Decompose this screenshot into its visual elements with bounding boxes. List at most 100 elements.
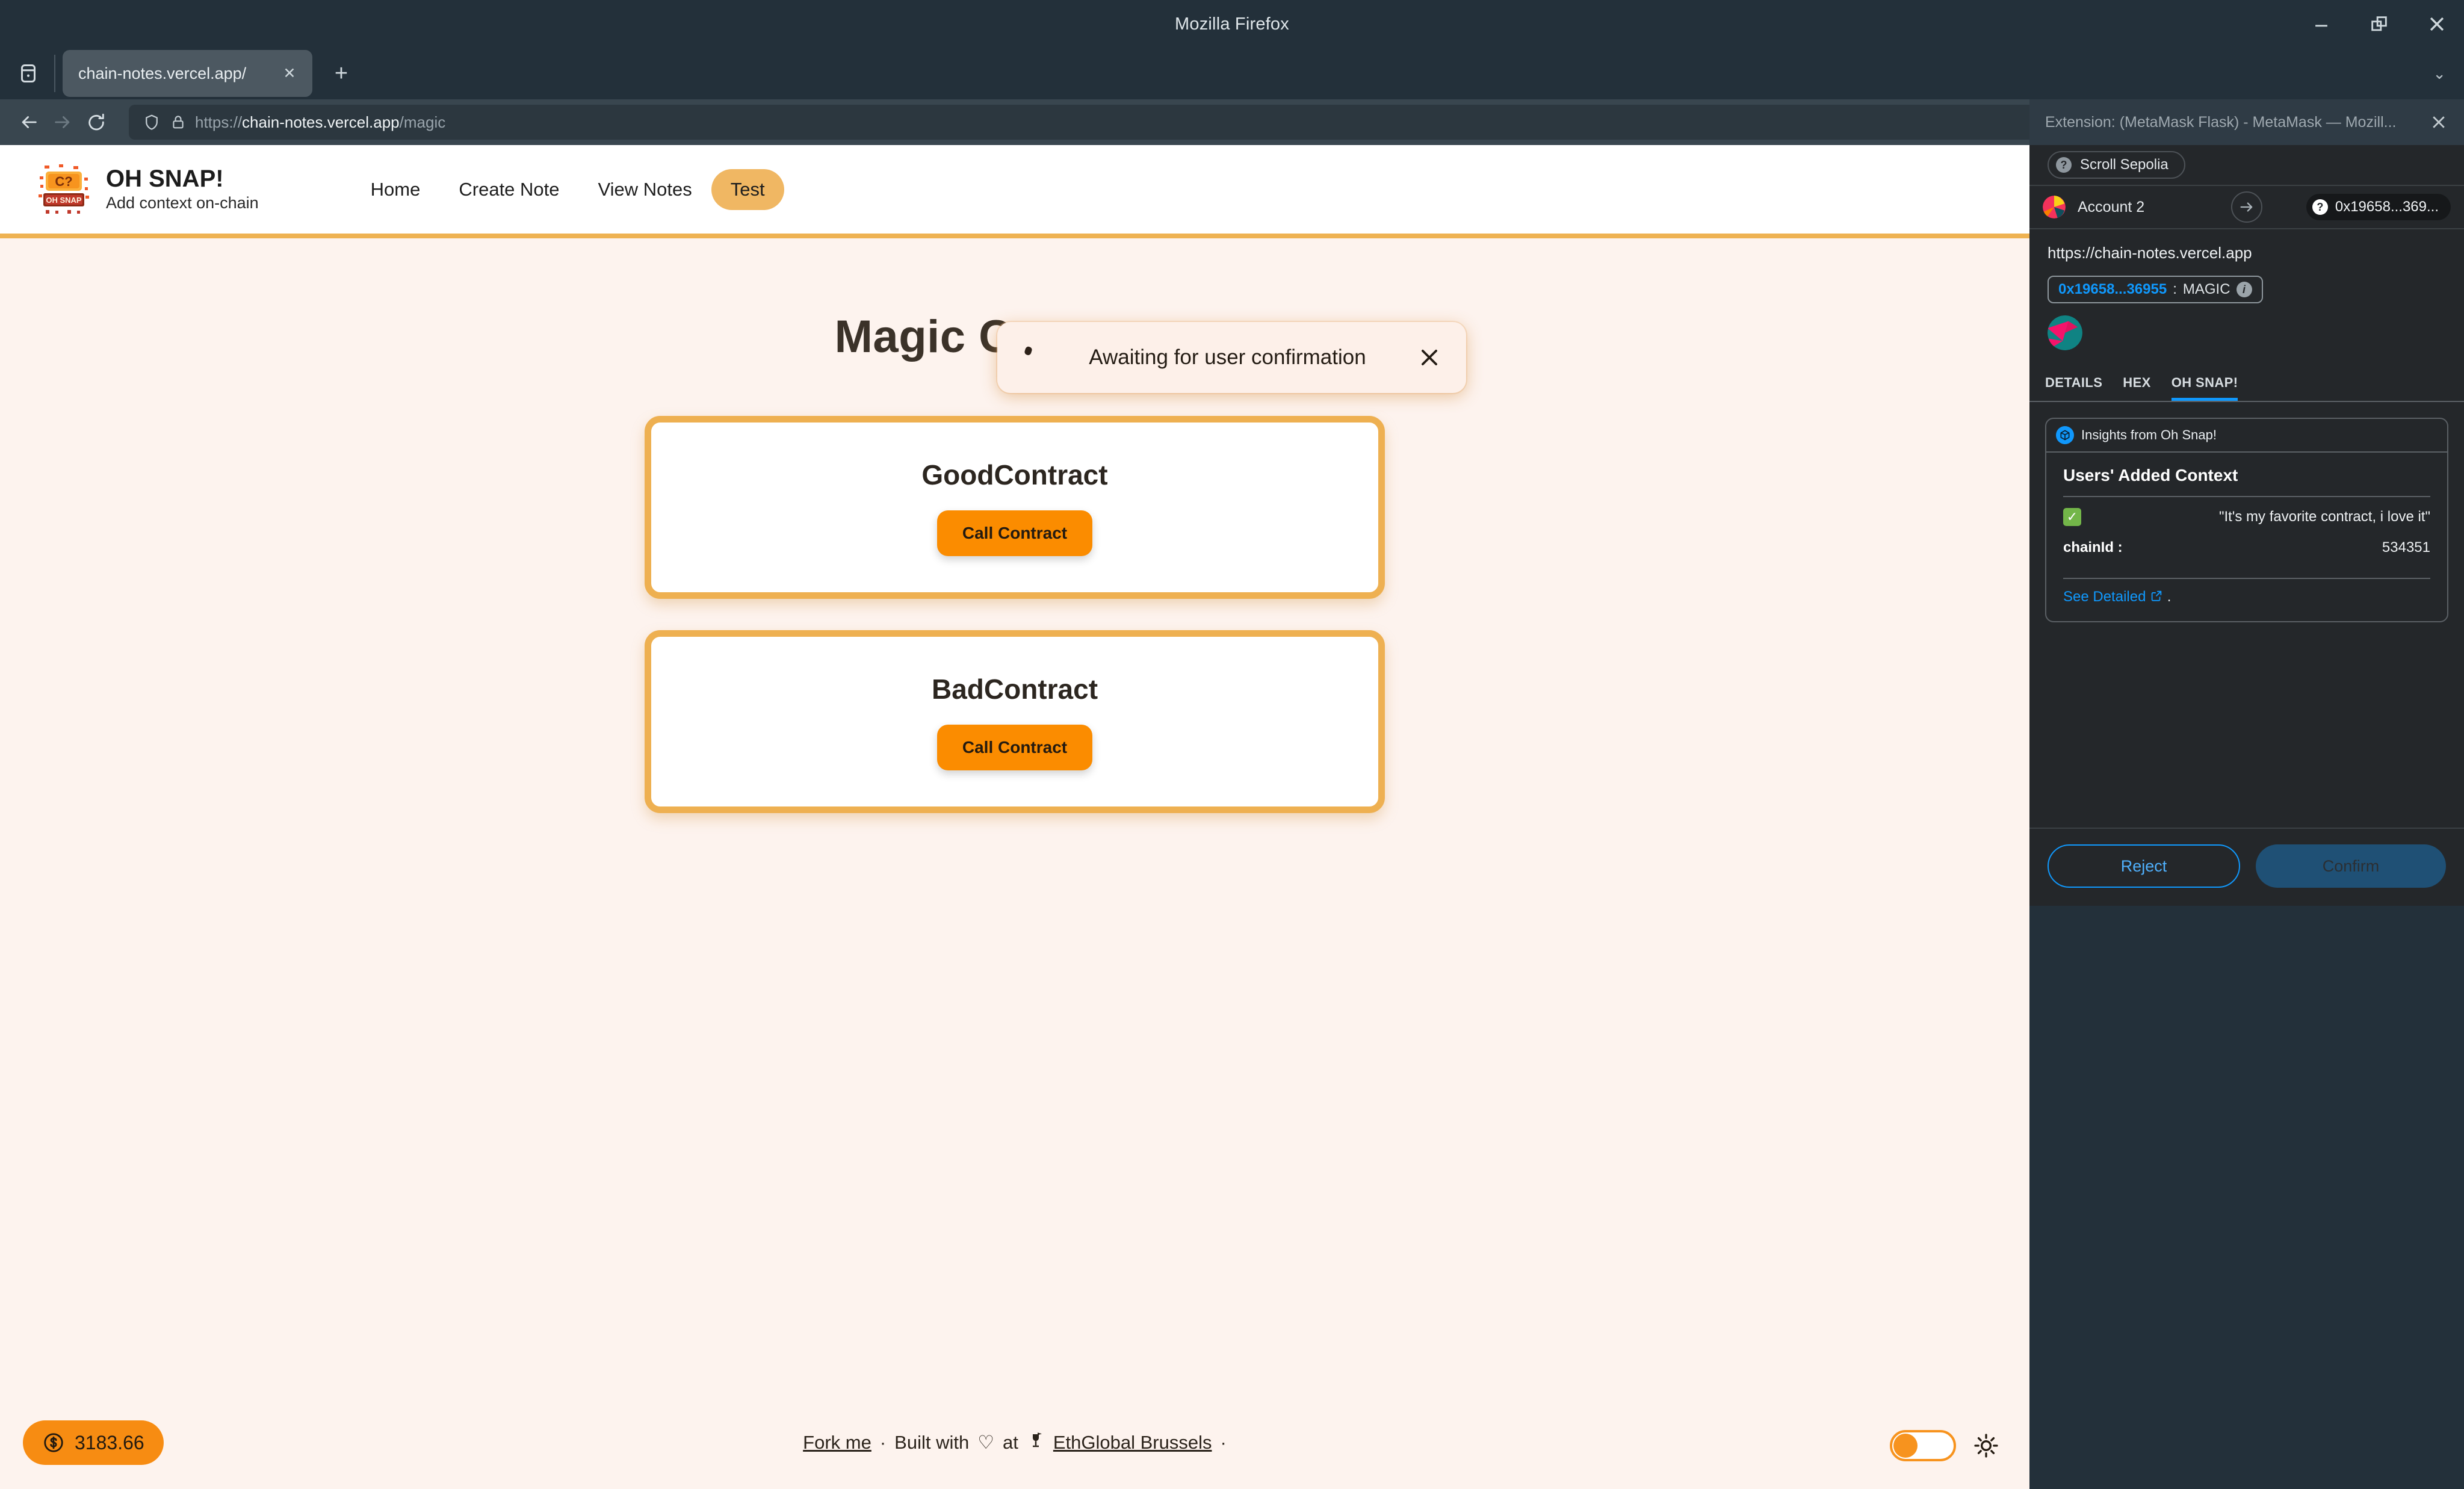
forward-arrow-icon [55,116,70,128]
trophy-icon [1027,1431,1045,1454]
metamask-window-titlebar: Extension: (MetaMask Flask) - MetaMask —… [2029,99,2464,145]
fork-me-link[interactable]: Fork me [803,1432,871,1453]
see-detailed-row: See Detailed . [2063,579,2430,605]
new-tab-button[interactable]: + [322,54,361,93]
contract-address-pill[interactable]: 0x19658...36955 : MAGIC i [2048,276,2263,303]
browser-tab-label: chain-notes.vercel.app/ [78,64,247,82]
tab-hex[interactable]: HEX [2123,375,2150,401]
url-path: /magic [399,113,446,131]
sidebar-toggle-button[interactable] [8,54,48,93]
heart-icon: ♡ [977,1432,995,1453]
site-identity-button[interactable] [165,109,191,135]
network-name: Scroll Sepolia [2080,156,2168,173]
account-avatar [2043,196,2066,218]
contract-card-list: GoodContract Call Contract BadContract C… [0,416,2029,813]
recipient-address-pill[interactable]: ? 0x19658...369... [2306,194,2451,220]
theme-toggle-switch[interactable] [1890,1430,1956,1461]
network-badge-icon: ? [2056,157,2072,173]
brand[interactable]: C? OH SNAP OH SNAP! Add context on-chain [35,161,259,218]
reject-button[interactable]: Reject [2048,844,2240,888]
info-icon[interactable]: i [2236,282,2252,297]
shield-icon [146,114,158,130]
metamask-tab-bar: DETAILS HEX OH SNAP! [2029,366,2464,402]
metamask-window-title: Extension: (MetaMask Flask) - MetaMask —… [2045,113,2397,131]
call-contract-button-bad[interactable]: Call Contract [936,725,1093,770]
insights-card: Insights from Oh Snap! Users' Added Cont… [2045,418,2448,622]
forward-button[interactable] [46,105,79,139]
tab-strip: chain-notes.vercel.app/ ✕ + ⌄ [0,45,2464,102]
metamask-extension-panel: Extension: (MetaMask Flask) - MetaMask —… [2029,99,2464,906]
contract-name: BadContract [931,673,1098,705]
svg-text:OH SNAP: OH SNAP [46,196,82,205]
close-icon [1422,350,1437,365]
oh-snap-logo-icon: C? OH SNAP [35,161,93,218]
tracking-protection-button[interactable] [138,109,165,135]
restore-icon [2371,16,2387,31]
tab-close-icon[interactable]: ✕ [276,60,303,87]
window-title: Mozilla Firefox [1175,14,1289,34]
sun-icon[interactable] [1973,1432,1999,1459]
contract-card-bad: BadContract Call Contract [645,630,1385,813]
url-text[interactable]: https://chain-notes.vercel.app/magic [195,113,445,132]
toast-close-button[interactable] [1413,341,1446,374]
snap-cube-icon [2056,426,2074,444]
context-row: ✓ "It's my favorite contract, i love it" [2063,497,2430,534]
nav-link-test[interactable]: Test [711,169,784,210]
theme-toggle-group [1890,1430,1999,1461]
metamask-account-row: Account 2 ? 0x19658...369... [2029,185,2464,229]
reload-button[interactable] [79,105,113,139]
site-footer: Fork me · Built with ♡ at EthGlobal Brus… [0,1431,2029,1454]
contract-name: GoodContract [921,459,1108,491]
browser-tab[interactable]: chain-notes.vercel.app/ ✕ [63,50,312,97]
network-selector[interactable]: ? Scroll Sepolia [2048,151,2185,179]
confirm-button[interactable]: Confirm [2256,844,2446,888]
nav-link-create-note[interactable]: Create Note [439,179,578,200]
chain-id-value: 534351 [2382,539,2430,556]
toast-message: Awaiting for user confirmation [1089,345,1366,369]
web-page-content: C? OH SNAP OH SNAP! Add context on-chain [0,145,2029,1489]
contract-separator: : [2173,281,2177,297]
nav-link-home[interactable]: Home [351,179,440,200]
close-window-button[interactable] [2427,14,2447,34]
metamask-action-bar: Reject Confirm [2029,828,2464,906]
footer-built-with-text: Built with [894,1432,970,1453]
close-icon [2430,17,2444,31]
ethglobal-brussels-link[interactable]: EthGlobal Brussels [1053,1432,1212,1453]
lock-icon [173,116,184,129]
external-link-icon[interactable] [2150,589,2167,605]
see-detailed-period: . [2167,589,2171,605]
footer-at-text: at [1003,1432,1018,1453]
url-host: chain-notes.vercel.app [242,113,400,131]
footer-separator-2: · [1220,1432,1227,1453]
insights-header-text: Insights from Oh Snap! [2081,427,2217,442]
metamask-network-row: ? Scroll Sepolia [2029,145,2464,185]
restore-button[interactable] [2369,14,2389,34]
site-navbar: C? OH SNAP OH SNAP! Add context on-chain [0,145,2029,238]
nav-link-view-notes[interactable]: View Notes [579,179,711,200]
transaction-origin: https://chain-notes.vercel.app [2048,244,2252,262]
url-scheme: https:// [195,113,243,131]
reload-icon [88,113,104,131]
chain-id-row: chainId : 534351 [2063,534,2430,567]
chain-id-label: chainId : [2063,539,2123,556]
brand-title: OH SNAP! [106,166,224,193]
theme-toggle-knob [1893,1434,1918,1458]
window-titlebar: Mozilla Firefox [0,0,2464,48]
list-all-tabs-button[interactable]: ⌄ [2433,45,2446,102]
call-contract-button-good[interactable]: Call Contract [936,510,1093,556]
recipient-address: 0x19658...369... [2335,199,2439,215]
see-detailed-link[interactable]: See Detailed [2063,589,2146,605]
metamask-close-button[interactable] [2424,108,2453,137]
account-name: Account 2 [2078,198,2145,215]
brand-subtitle: Add context on-chain [106,194,259,212]
sidebar-icon [21,64,36,82]
verified-check-icon: ✓ [2063,508,2081,526]
insights-title: Users' Added Context [2063,466,2238,484]
tab-details[interactable]: DETAILS [2045,375,2102,401]
back-arrow-icon [22,116,37,128]
tab-oh-snap[interactable]: OH SNAP! [2171,375,2238,401]
transfer-arrow-icon [2231,191,2262,223]
minimize-button[interactable] [2311,14,2332,34]
back-button[interactable] [12,105,46,139]
tabstrip-divider [54,55,55,92]
